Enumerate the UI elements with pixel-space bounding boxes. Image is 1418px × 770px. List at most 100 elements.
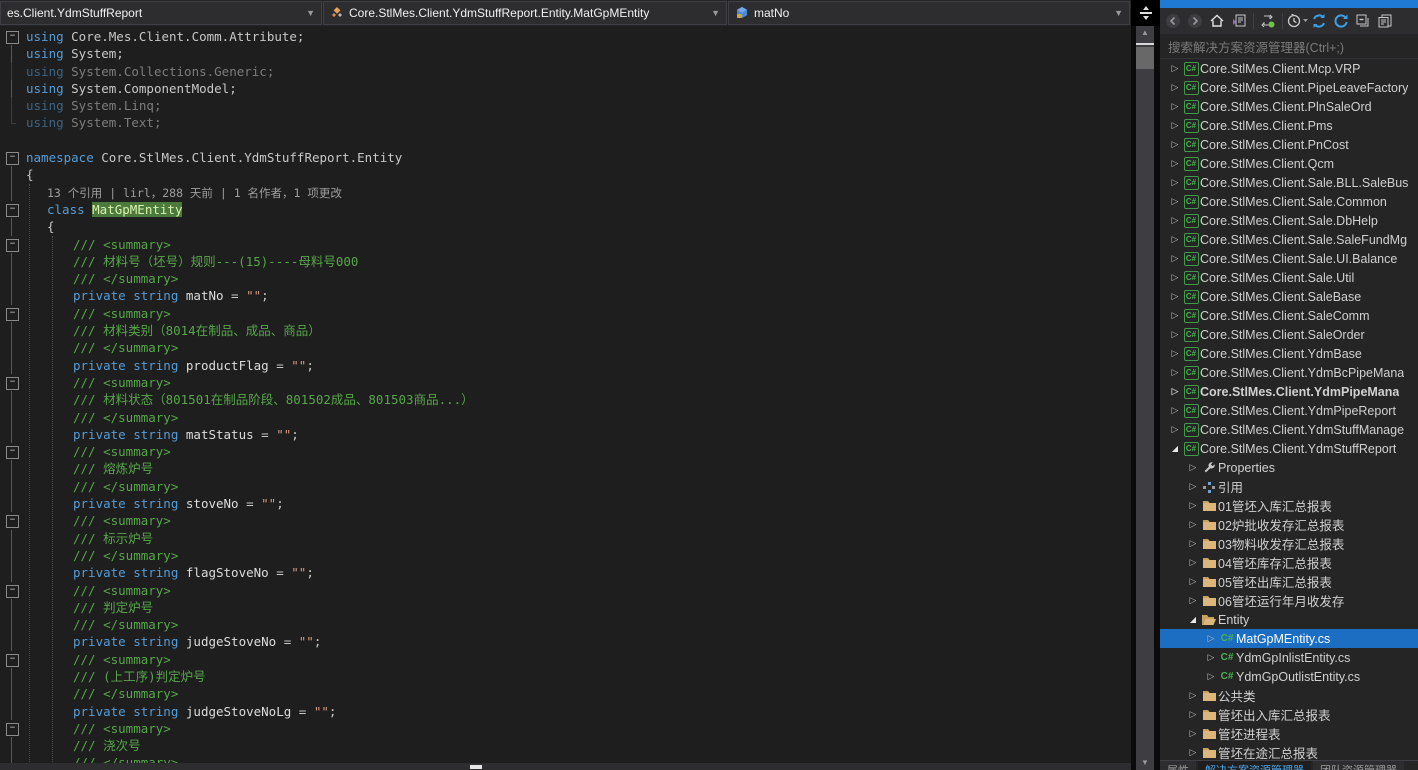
expand-chevron-icon[interactable]: ▷ xyxy=(1168,82,1182,93)
expand-chevron-icon[interactable]: ▷ xyxy=(1168,234,1182,245)
code-line[interactable]: /// <summary> xyxy=(0,374,1131,391)
code-line[interactable]: /// <summary> xyxy=(0,720,1131,737)
expand-chevron-icon[interactable]: ▷ xyxy=(1168,310,1182,321)
code-line[interactable]: private string matStatus = ""; xyxy=(0,426,1131,443)
panel-tab[interactable]: 解决方案资源管理器 xyxy=(1198,761,1311,770)
tree-item-wrench[interactable]: ▷Properties xyxy=(1160,458,1418,477)
scroll-up-icon[interactable]: ▲ xyxy=(1136,26,1154,40)
fold-collapse-icon[interactable] xyxy=(0,305,22,322)
tree-item-folder[interactable]: ▷公共类 xyxy=(1160,686,1418,705)
code-line[interactable]: using System.Text; xyxy=(0,114,1131,131)
fold-collapse-icon[interactable] xyxy=(0,720,22,737)
tree-item-project[interactable]: ▷C#Core.StlMes.Client.Pms xyxy=(1160,116,1418,135)
fold-collapse-icon[interactable] xyxy=(0,651,22,668)
tree-item-project[interactable]: ▷C#Core.StlMes.Client.SaleComm xyxy=(1160,306,1418,325)
vertical-scrollbar[interactable]: ▲ ▼ xyxy=(1131,26,1160,770)
code-line[interactable]: /// <summary> xyxy=(0,443,1131,460)
tree-item-project[interactable]: ▷C#Core.StlMes.Client.SaleOrder xyxy=(1160,325,1418,344)
expand-chevron-icon[interactable]: ▷ xyxy=(1186,538,1200,549)
expand-chevron-icon[interactable]: ▷ xyxy=(1168,215,1182,226)
tree-item-project[interactable]: ▷C#Core.StlMes.Client.PlnSaleOrd xyxy=(1160,97,1418,116)
code-line[interactable]: private string flagStoveNo = ""; xyxy=(0,564,1131,581)
collapse-chevron-icon[interactable]: ◢ xyxy=(1186,615,1200,624)
code-line[interactable]: using Core.Mes.Client.Comm.Attribute; xyxy=(0,28,1131,45)
tree-item-project[interactable]: ▷C#Core.StlMes.Client.SaleBase xyxy=(1160,287,1418,306)
expand-chevron-icon[interactable]: ▷ xyxy=(1186,728,1200,739)
fold-collapse-icon[interactable] xyxy=(0,374,22,391)
code-line[interactable]: /// 标示炉号 xyxy=(0,530,1131,547)
tree-item-project[interactable]: ▷C#Core.StlMes.Client.Sale.SaleFundMg xyxy=(1160,230,1418,249)
code-line[interactable]: /// </summary> xyxy=(0,547,1131,564)
tree-item-project[interactable]: ▷C#Core.StlMes.Client.YdmStuffManage xyxy=(1160,420,1418,439)
expand-chevron-icon[interactable]: ▷ xyxy=(1168,63,1182,74)
tree-item-project[interactable]: ▷C#Core.StlMes.Client.YdmBcPipeMana xyxy=(1160,363,1418,382)
tree-item-project[interactable]: ▷C#Core.StlMes.Client.Sale.UI.Balance xyxy=(1160,249,1418,268)
expand-chevron-icon[interactable]: ▷ xyxy=(1168,348,1182,359)
code-line[interactable]: /// </summary> xyxy=(0,478,1131,495)
code-line[interactable]: 13 个引用 | lirl，288 天前 | 1 名作者，1 项更改 xyxy=(0,184,1131,201)
expand-chevron-icon[interactable]: ▷ xyxy=(1186,690,1200,701)
tree-item-project[interactable]: ▷C#Core.StlMes.Client.Sale.BLL.SaleBus xyxy=(1160,173,1418,192)
expand-chevron-icon[interactable]: ▷ xyxy=(1186,747,1200,758)
expand-chevron-icon[interactable]: ▷ xyxy=(1168,139,1182,150)
fold-collapse-icon[interactable] xyxy=(0,512,22,529)
expand-chevron-icon[interactable]: ▷ xyxy=(1168,367,1182,378)
tree-item-project[interactable]: ▷C#Core.StlMes.Client.Sale.Common xyxy=(1160,192,1418,211)
code-line[interactable] xyxy=(0,132,1131,149)
code-line[interactable]: using System; xyxy=(0,45,1131,62)
scroll-down-icon[interactable]: ▼ xyxy=(1136,756,1154,770)
expand-chevron-icon[interactable]: ▷ xyxy=(1186,595,1200,606)
expand-chevron-icon[interactable]: ▷ xyxy=(1186,481,1200,492)
fold-collapse-icon[interactable] xyxy=(0,236,22,253)
expand-chevron-icon[interactable]: ▷ xyxy=(1168,329,1182,340)
expand-chevron-icon[interactable]: ▷ xyxy=(1168,386,1182,397)
code-line[interactable]: /// 熔炼炉号 xyxy=(0,460,1131,477)
switch-views-icon[interactable] xyxy=(1228,10,1250,32)
pending-changes-filter-icon[interactable] xyxy=(1286,10,1308,32)
back-icon[interactable] xyxy=(1162,10,1184,32)
tree-item-folder[interactable]: ▷06管坯运行年月收发存 xyxy=(1160,591,1418,610)
code-line[interactable]: /// 材料类别（8014在制品、成品、商品） xyxy=(0,322,1131,339)
horizontal-scrollbar[interactable] xyxy=(0,763,1131,770)
code-line[interactable]: /// </summary> xyxy=(0,409,1131,426)
expand-chevron-icon[interactable]: ▷ xyxy=(1168,196,1182,207)
code-line[interactable]: /// 判定炉号 xyxy=(0,599,1131,616)
sync-with-active-document-icon[interactable] xyxy=(1257,10,1279,32)
forward-icon[interactable] xyxy=(1184,10,1206,32)
tree-item-project[interactable]: ▷C#Core.StlMes.Client.YdmPipeReport xyxy=(1160,401,1418,420)
tree-item-folder[interactable]: ▷管坯进程表 xyxy=(1160,724,1418,743)
type-dropdown[interactable]: Core.StlMes.Client.YdmStuffReport.Entity… xyxy=(323,1,727,25)
tree-item-folder[interactable]: ▷04管坯库存汇总报表 xyxy=(1160,553,1418,572)
code-line[interactable]: private string judgeStoveNoLg = ""; xyxy=(0,703,1131,720)
expand-chevron-icon[interactable]: ▷ xyxy=(1186,709,1200,720)
tree-item-folder[interactable]: ▷03物料收发存汇总报表 xyxy=(1160,534,1418,553)
code-line[interactable]: /// <summary> xyxy=(0,236,1131,253)
expand-chevron-icon[interactable]: ▷ xyxy=(1186,500,1200,511)
code-line[interactable]: /// 材料状态（801501在制品阶段、801502成品、801503商品..… xyxy=(0,391,1131,408)
collapse-chevron-icon[interactable]: ◢ xyxy=(1168,444,1182,453)
expand-chevron-icon[interactable]: ▷ xyxy=(1168,101,1182,112)
code-line[interactable]: using System.Collections.Generic; xyxy=(0,63,1131,80)
tree-item-folder[interactable]: ▷02炉批收发存汇总报表 xyxy=(1160,515,1418,534)
scrollbar-track[interactable]: ▲ ▼ xyxy=(1136,26,1154,770)
tree-item-project[interactable]: ▷C#Core.StlMes.Client.YdmBase xyxy=(1160,344,1418,363)
expand-chevron-icon[interactable]: ▷ xyxy=(1186,519,1200,530)
tree-item-refs[interactable]: ▷引用 xyxy=(1160,477,1418,496)
fold-collapse-icon[interactable] xyxy=(0,149,22,166)
fold-collapse-icon[interactable] xyxy=(0,582,22,599)
tree-item-cs[interactable]: ▷C#MatGpMEntity.cs xyxy=(1160,629,1418,648)
split-editor-button[interactable] xyxy=(1131,0,1160,26)
solution-search-input[interactable]: 搜索解决方案资源管理器(Ctrl+;) xyxy=(1160,34,1418,59)
expand-chevron-icon[interactable]: ▷ xyxy=(1168,253,1182,264)
tree-item-project[interactable]: ▷C#Core.StlMes.Client.Mcp.VRP xyxy=(1160,59,1418,78)
expand-chevron-icon[interactable]: ▷ xyxy=(1168,405,1182,416)
fold-collapse-icon[interactable] xyxy=(0,28,22,45)
code-line[interactable]: /// <summary> xyxy=(0,512,1131,529)
code-line[interactable]: /// 材料号（坯号）规则---(15)----母料号000 xyxy=(0,253,1131,270)
tree-item-project[interactable]: ▷C#Core.StlMes.Client.YdmPipeMana xyxy=(1160,382,1418,401)
expand-chevron-icon[interactable]: ▷ xyxy=(1204,633,1218,644)
expand-chevron-icon[interactable]: ▷ xyxy=(1168,272,1182,283)
tree-item-folder-open[interactable]: ◢Entity xyxy=(1160,610,1418,629)
tree-item-project[interactable]: ▷C#Core.StlMes.Client.Qcm xyxy=(1160,154,1418,173)
code-line[interactable]: /// </summary> xyxy=(0,685,1131,702)
